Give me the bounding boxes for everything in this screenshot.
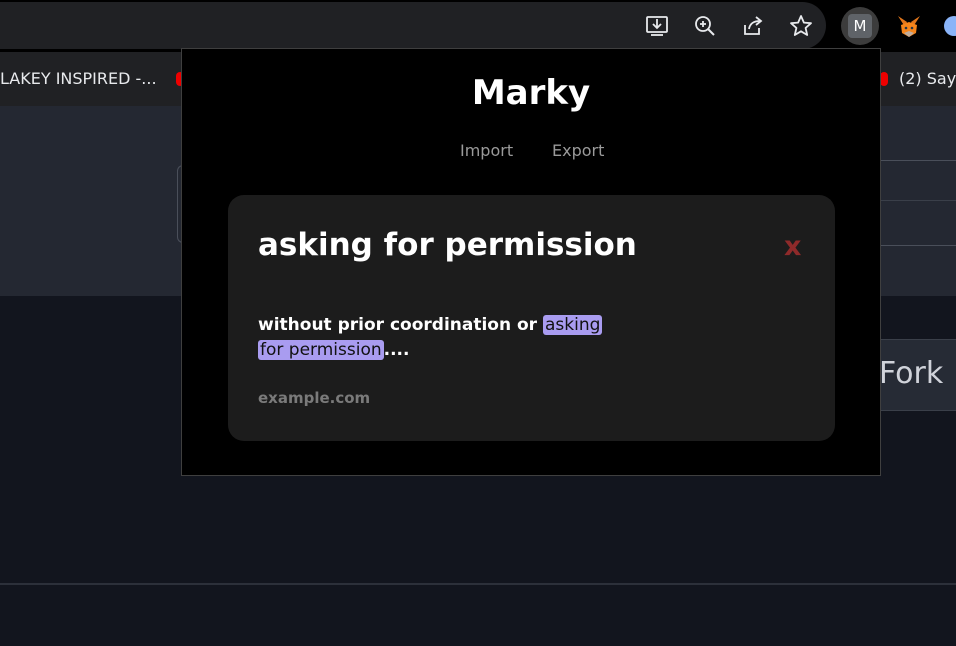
export-link[interactable]: Export xyxy=(552,141,604,160)
page-divider-line xyxy=(880,200,956,201)
bookmark-item[interactable]: LAKEY INSPIRED -... xyxy=(0,69,157,88)
extension-icon[interactable] xyxy=(944,16,956,36)
zoom-icon[interactable] xyxy=(693,14,717,38)
delete-button[interactable]: x xyxy=(784,231,801,262)
import-link[interactable]: Import xyxy=(460,141,513,160)
page-field-outline xyxy=(880,160,956,246)
bookmark-star-icon[interactable] xyxy=(789,14,813,38)
share-icon[interactable] xyxy=(741,14,765,38)
page-divider xyxy=(0,583,956,585)
youtube-icon xyxy=(880,72,888,86)
install-icon[interactable] xyxy=(645,14,669,38)
browser-toolbar: M xyxy=(0,0,956,52)
popup-title: Marky xyxy=(471,73,591,113)
marky-popup: Marky Import Export asking for permissio… xyxy=(181,48,881,476)
bookmark-item[interactable]: (2) Say xyxy=(899,69,956,88)
excerpt-ellipsis: .... xyxy=(383,340,410,360)
source-link[interactable]: example.com xyxy=(258,389,370,407)
highlighted-text: asking xyxy=(542,315,603,335)
card-excerpt: without prior coordination or asking for … xyxy=(258,313,618,363)
metamask-fox-icon[interactable] xyxy=(896,13,922,39)
card-title: asking for permission xyxy=(258,227,637,263)
fork-button-label[interactable]: Fork xyxy=(879,356,943,391)
marky-extension-icon[interactable]: M xyxy=(848,14,872,38)
highlight-card: asking for permission x without prior co… xyxy=(228,195,835,441)
highlighted-text: for permission xyxy=(258,340,384,360)
excerpt-text: without prior coordination or xyxy=(258,315,543,335)
